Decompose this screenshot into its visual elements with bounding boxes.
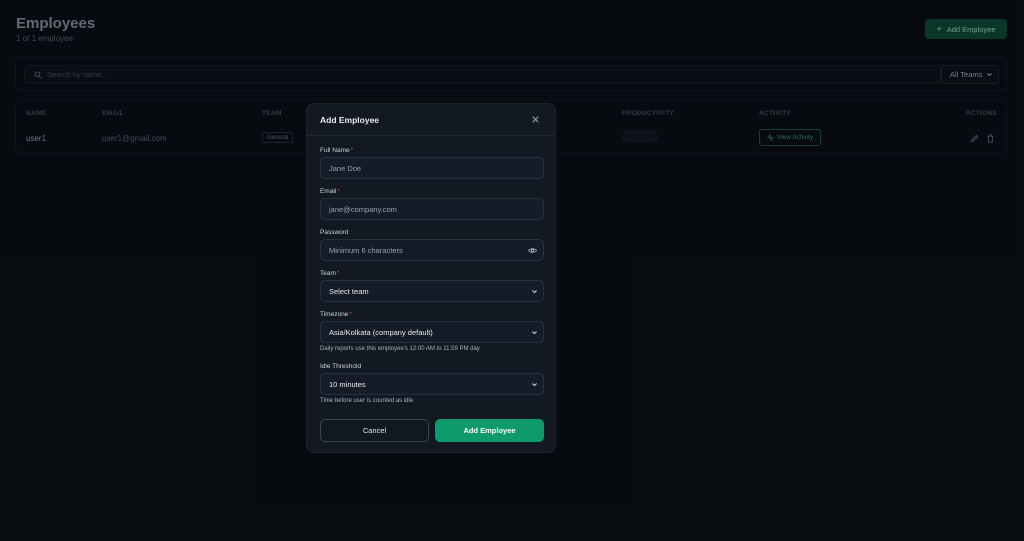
full-name-label-text: Full Name <box>320 147 350 154</box>
full-name-field[interactable] <box>320 157 544 179</box>
modal-divider <box>307 135 555 136</box>
email-field[interactable] <box>320 198 544 220</box>
cancel-button[interactable]: Cancel <box>320 419 429 442</box>
idle-threshold-label-text: Idle Threshold <box>320 363 362 370</box>
idle-threshold-help-text: Time before user is counted as idle <box>320 398 414 404</box>
required-marker: * <box>336 270 340 277</box>
email-label: Email* <box>320 188 340 195</box>
idle-threshold-label: Idle Threshold <box>320 363 361 370</box>
chevron-down-icon <box>532 290 537 294</box>
team-select-value: Select team <box>329 286 369 296</box>
timezone-select-value: Asia/Kolkata (company default) <box>329 327 433 337</box>
email-label-text: Email <box>320 188 337 195</box>
close-icon[interactable] <box>531 115 540 124</box>
timezone-help-text: Daily reports use this employee's 12:00 … <box>320 346 480 352</box>
team-label: Team* <box>320 270 339 277</box>
idle-threshold-value: 10 minutes <box>329 379 366 389</box>
timezone-label-text: Timezone <box>320 311 349 318</box>
chevron-down-icon <box>532 383 537 387</box>
chevron-down-icon <box>532 331 537 335</box>
eye-icon[interactable] <box>528 247 537 254</box>
required-marker: * <box>349 311 352 318</box>
add-employee-modal: Add Employee Full Name* Email* Password <box>306 103 556 453</box>
password-input[interactable] <box>329 245 519 255</box>
timezone-label: Timezone* <box>320 311 352 318</box>
employees-page: Employees 1 of 1 employee + Add Employee… <box>0 0 1024 541</box>
full-name-label: Full Name* <box>320 147 353 154</box>
timezone-select[interactable]: Asia/Kolkata (company default) <box>320 321 544 343</box>
email-input[interactable] <box>329 204 519 214</box>
team-select[interactable]: Select team <box>320 280 544 302</box>
password-label-text: Password <box>320 229 349 236</box>
team-label-text: Team <box>320 270 336 277</box>
required-marker: * <box>337 188 340 195</box>
modal-title: Add Employee <box>320 115 380 125</box>
required-marker: * <box>350 147 354 154</box>
full-name-input[interactable] <box>329 163 519 173</box>
idle-threshold-select[interactable]: 10 minutes <box>320 373 544 395</box>
password-field[interactable] <box>320 239 544 261</box>
submit-add-employee-button[interactable]: Add Employee <box>435 419 544 442</box>
password-label: Password <box>320 229 349 236</box>
